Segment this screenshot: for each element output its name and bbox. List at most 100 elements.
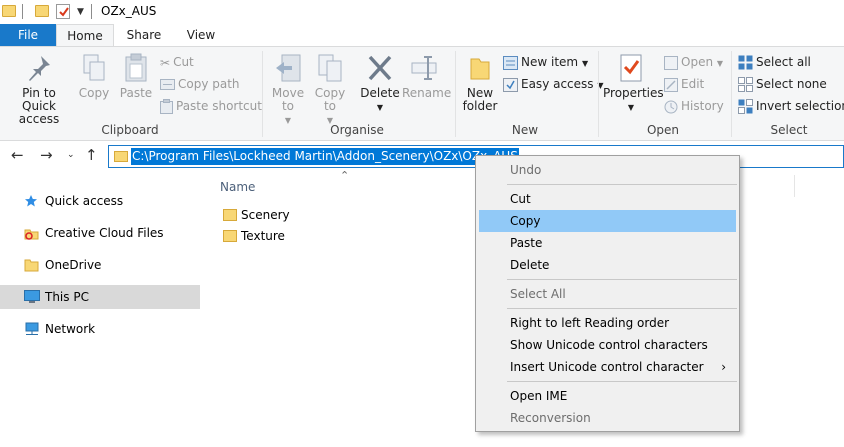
properties-button[interactable]: Properties ▼ <box>603 51 664 114</box>
copy-to-icon <box>318 54 342 82</box>
address-path-text[interactable]: C:\Program Files\Lockheed Martin\Addon_S… <box>131 148 519 165</box>
menu-item-select-all[interactable]: Select All <box>479 283 736 305</box>
group-separator <box>262 51 263 137</box>
select-all-label: Select all <box>756 55 811 69</box>
list-item-label: Texture <box>241 229 285 243</box>
column-header-name[interactable]: Name <box>220 180 255 194</box>
history-label: History <box>681 99 724 113</box>
back-arrow-icon[interactable]: ← <box>11 146 24 164</box>
copy-to-button[interactable]: Copy to ▼ <box>310 51 350 127</box>
menu-item-undo[interactable]: Undo <box>479 159 736 181</box>
column-divider[interactable] <box>794 175 795 197</box>
menu-item-paste[interactable]: Paste <box>479 232 736 254</box>
sort-ascending-icon: ⌃ <box>340 169 350 182</box>
open-button[interactable]: Open ▼ <box>664 52 723 72</box>
tab-home[interactable]: Home <box>56 24 114 46</box>
easy-access-label: Easy access <box>521 77 594 91</box>
copy-to-label: Copy to <box>314 86 346 113</box>
history-button[interactable]: History <box>664 96 724 116</box>
star-icon <box>25 195 37 207</box>
customize-quick-access-icon[interactable]: ▼ <box>77 7 84 17</box>
group-separator <box>455 51 456 137</box>
tab-file[interactable]: File <box>0 24 56 46</box>
menu-item-reconversion[interactable]: Reconversion <box>479 407 736 429</box>
new-folder-icon <box>470 58 490 80</box>
nav-item-label: OneDrive <box>45 258 102 272</box>
open-icon <box>664 55 678 70</box>
ribbon-tabs: File Home Share View <box>0 24 844 46</box>
copy-button[interactable]: Copy <box>76 51 112 100</box>
tab-view[interactable]: View <box>176 24 226 46</box>
group-separator <box>598 51 599 137</box>
nav-item-quick-access[interactable]: Quick access <box>0 189 200 213</box>
paste-button[interactable]: Paste <box>118 51 154 100</box>
properties-dropdown-icon: ▼ <box>627 103 635 112</box>
menu-item-right-to-left[interactable]: Right to left Reading order <box>479 312 736 334</box>
submenu-arrow-icon: › <box>721 360 726 374</box>
paste-icon <box>125 53 147 82</box>
open-dropdown-icon: ▼ <box>716 59 724 68</box>
new-folder-label: New folder <box>462 86 498 113</box>
menu-item-copy[interactable]: Copy <box>479 210 736 232</box>
paste-shortcut-button[interactable]: Paste shortcut <box>160 96 262 116</box>
menu-separator <box>507 308 737 309</box>
menu-item-insert-unicode[interactable]: Insert Unicode control character › <box>479 356 736 378</box>
up-arrow-icon[interactable]: ↑ <box>85 146 98 164</box>
folder-icon <box>24 259 39 272</box>
folder-icon <box>223 209 237 221</box>
pin-to-quick-access-button[interactable]: Pin to Quick access <box>4 51 74 126</box>
rename-icon <box>411 56 437 80</box>
new-item-button[interactable]: New item ▼ <box>503 52 588 72</box>
paste-shortcut-icon <box>160 99 173 114</box>
nav-item-this-pc[interactable]: This PC <box>0 285 200 309</box>
rename-button[interactable]: Rename <box>402 51 451 100</box>
monitor-icon <box>24 290 40 303</box>
delete-button[interactable]: Delete ▼ <box>358 51 402 114</box>
pin-label: Pin to Quick access <box>18 86 60 126</box>
properties-folder-icon[interactable] <box>35 5 49 17</box>
select-none-button[interactable]: Select none <box>738 74 827 94</box>
copy-icon <box>83 54 105 81</box>
nav-item-label: Creative Cloud Files <box>45 226 164 240</box>
properties-check-icon[interactable] <box>56 4 70 19</box>
nav-item-label: This PC <box>45 290 89 304</box>
edit-button[interactable]: Edit <box>664 74 704 94</box>
menu-item-delete[interactable]: Delete <box>479 254 736 276</box>
list-item-label: Scenery <box>241 208 290 222</box>
delete-x-icon <box>368 55 392 81</box>
copy-path-icon <box>160 79 175 90</box>
nav-item-label: Network <box>45 322 96 336</box>
forward-arrow-icon[interactable]: → <box>40 146 53 164</box>
move-to-dropdown-icon: ▼ <box>284 116 292 125</box>
rename-label: Rename <box>402 86 452 100</box>
recent-locations-chevron-icon[interactable]: ⌄ <box>67 150 75 160</box>
navigation-pane: Quick access Creative Cloud Files OneDri… <box>0 171 204 447</box>
menu-item-open-ime[interactable]: Open IME <box>479 385 736 407</box>
move-to-button[interactable]: Move to ▼ <box>268 51 308 127</box>
menu-item-show-unicode[interactable]: Show Unicode control characters <box>479 334 736 356</box>
ribbon: Pin to Quick access Copy Paste ✂ Cut Copy… <box>0 46 844 141</box>
new-folder-button[interactable]: New folder <box>460 51 500 113</box>
copy-path-label: Copy path <box>178 77 240 91</box>
new-item-label: New item <box>521 55 579 69</box>
invert-selection-button[interactable]: Invert selection <box>738 96 844 116</box>
nav-item-network[interactable]: Network <box>0 317 200 341</box>
copy-path-button[interactable]: Copy path <box>160 74 240 94</box>
nav-item-label: Quick access <box>45 194 124 208</box>
delete-dropdown-icon: ▼ <box>376 103 384 112</box>
open-group-label: Open <box>646 123 680 137</box>
cut-button[interactable]: ✂ Cut <box>160 52 194 72</box>
scissors-icon: ✂ <box>160 55 171 70</box>
select-all-button[interactable]: Select all <box>738 52 811 72</box>
easy-access-button[interactable]: Easy access ▼ <box>503 74 604 94</box>
new-group-label: New <box>511 123 539 137</box>
history-icon <box>664 100 678 113</box>
menu-separator <box>507 381 737 382</box>
cut-label: Cut <box>173 55 194 69</box>
menu-item-cut[interactable]: Cut <box>479 188 736 210</box>
title-separator <box>91 4 92 19</box>
tab-share[interactable]: Share <box>118 24 170 46</box>
pin-icon <box>29 56 50 81</box>
nav-item-onedrive[interactable]: OneDrive <box>0 253 200 277</box>
nav-item-creative-cloud-files[interactable]: Creative Cloud Files <box>0 221 200 245</box>
